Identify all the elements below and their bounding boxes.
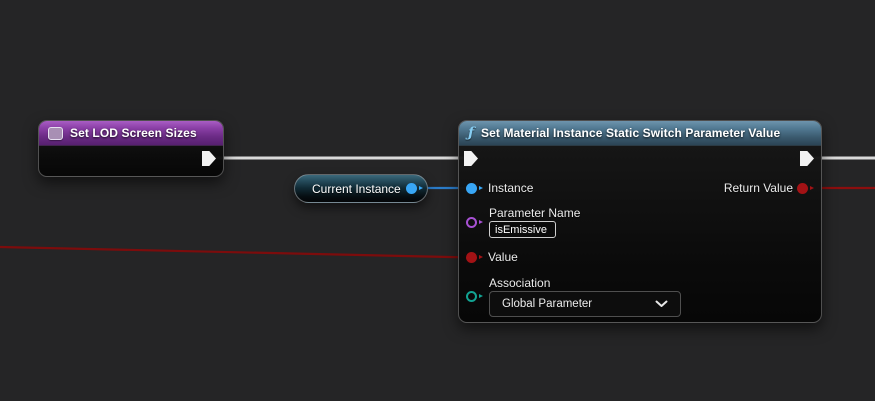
- chevron-down-icon: [655, 300, 668, 307]
- instance-in-pin[interactable]: [466, 183, 483, 194]
- set-variable-icon: [48, 126, 63, 140]
- association-in-pin[interactable]: [466, 291, 483, 302]
- data-wire-value-in[interactable]: [0, 245, 473, 259]
- node-title: Set LOD Screen Sizes: [70, 126, 197, 140]
- instance-pin-label: Instance: [488, 181, 534, 195]
- parameter-name-in-pin[interactable]: [466, 217, 483, 228]
- value-in-pin[interactable]: [466, 252, 483, 263]
- variable-label: Current Instance: [312, 181, 401, 196]
- node-set-lod-screen-sizes[interactable]: Set LOD Screen Sizes: [38, 120, 224, 177]
- node-title: Set Material Instance Static Switch Para…: [481, 126, 781, 140]
- return-value-out-pin[interactable]: [797, 183, 814, 194]
- association-dropdown-value: Global Parameter: [502, 298, 593, 310]
- node-header[interactable]: Set LOD Screen Sizes: [39, 121, 223, 146]
- value-pin-label: Value: [488, 250, 518, 264]
- function-icon: ƒ: [468, 125, 475, 141]
- object-out-pin-currentinstance[interactable]: [406, 183, 423, 194]
- parameter-name-input[interactable]: [489, 221, 556, 238]
- node-header[interactable]: ƒ Set Material Instance Static Switch Pa…: [459, 121, 821, 146]
- parameter-name-pin-label: Parameter Name: [489, 206, 581, 220]
- association-dropdown[interactable]: Global Parameter: [489, 291, 681, 317]
- association-pin-label: Association: [489, 276, 551, 290]
- blueprint-graph-canvas[interactable]: Set LOD Screen Sizes Current Instance ƒ …: [0, 0, 875, 401]
- return-value-pin-label: Return Value: [723, 181, 793, 195]
